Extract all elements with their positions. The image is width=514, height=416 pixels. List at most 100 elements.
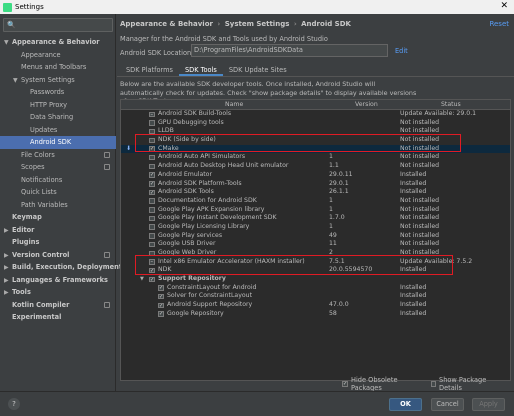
- table-row[interactable]: Google Play Instant Development SDK 1.7.0…: [121, 214, 510, 223]
- table-row[interactable]: ▼ ✓ Support Repository: [121, 275, 510, 284]
- table-row[interactable]: ✓ Android Support Repository 47.0.0 Install…: [121, 301, 510, 310]
- sidebar-item-label: Tools: [12, 288, 31, 296]
- sidebar-item[interactable]: ▶ Build, Execution, Deployment: [0, 261, 122, 274]
- sidebar-item[interactable]: ▶ Editor: [0, 224, 116, 237]
- tab-sdk-update-sites[interactable]: SDK Update Sites: [223, 64, 293, 76]
- header-status[interactable]: Status: [441, 101, 461, 108]
- show-details-checkbox[interactable]: [430, 381, 437, 387]
- table-row[interactable]: ✓ Google Repository 58 Installed: [121, 310, 510, 319]
- sidebar-item[interactable]: Menus and Toolbars: [0, 61, 116, 74]
- package-status: Installed: [400, 301, 427, 309]
- package-checkbox[interactable]: [149, 154, 155, 161]
- package-checkbox[interactable]: [149, 207, 155, 213]
- expand-arrow-icon[interactable]: ▼: [140, 275, 144, 284]
- package-checkbox[interactable]: ✓: [149, 189, 155, 196]
- package-name: Google USB Driver: [158, 240, 216, 248]
- sidebar-item-label: Build, Execution, Deployment: [12, 263, 122, 271]
- table-row[interactable]: Documentation for Android SDK 1 Not instal…: [121, 197, 510, 206]
- table-row[interactable]: Android Auto API Simulators 1 Not installe…: [121, 153, 510, 162]
- header-name[interactable]: Name: [225, 101, 243, 108]
- sidebar-item[interactable]: Plugins: [0, 236, 116, 249]
- sidebar-item-label: Appearance & Behavior: [12, 38, 100, 46]
- package-name: Documentation for Android SDK: [158, 196, 257, 204]
- sidebar-item[interactable]: HTTP Proxy: [0, 99, 116, 112]
- package-checkbox[interactable]: ✓: [158, 302, 164, 309]
- package-checkbox[interactable]: [149, 163, 155, 170]
- sidebar-item[interactable]: ▶ Tools: [0, 286, 116, 299]
- table-row[interactable]: – Android SDK Build-Tools Update Available…: [121, 110, 510, 119]
- table-row[interactable]: Google Play APK Expansion library 1 Not in…: [121, 206, 510, 215]
- sidebar-item-label: Path Variables: [21, 200, 68, 209]
- package-status: Not installed: [400, 118, 440, 126]
- package-checkbox[interactable]: [149, 224, 155, 230]
- table-row[interactable]: ✓ ConstraintLayout for Android Installed: [121, 284, 510, 293]
- sidebar-item[interactable]: Scopes: [0, 161, 116, 174]
- package-version: 1: [329, 196, 333, 204]
- tab-sdk-tools[interactable]: SDK Tools: [178, 64, 223, 76]
- hide-obsolete-checkbox[interactable]: ✓: [342, 381, 348, 387]
- sidebar-item[interactable]: Experimental: [0, 311, 116, 324]
- package-checkbox[interactable]: ✓: [149, 172, 155, 178]
- sidebar-item-label: Passwords: [30, 88, 65, 96]
- settings-search-input[interactable]: 🔍: [3, 18, 113, 32]
- close-icon[interactable]: ✕: [500, 1, 508, 11]
- sidebar-item[interactable]: Notifications: [0, 174, 116, 187]
- sidebar-item[interactable]: File Colors: [0, 149, 116, 162]
- table-row[interactable]: ✓ Android SDK Platform-Tools 29.0.1 Install…: [121, 180, 510, 189]
- sidebar-item[interactable]: ▼ System Settings: [0, 74, 116, 87]
- sidebar-item[interactable]: ▼ Appearance & Behavior: [0, 36, 116, 49]
- sidebar-item[interactable]: Quick Lists: [0, 186, 116, 199]
- package-checkbox[interactable]: ✓: [149, 181, 155, 187]
- package-checkbox[interactable]: [149, 241, 155, 248]
- dialog-footer: ? OK Cancel Apply: [0, 391, 514, 416]
- table-row[interactable]: ✓ Android Emulator 29.0.11 Installed: [121, 171, 510, 180]
- table-row[interactable]: GPU Debugging tools Not installed: [121, 119, 510, 128]
- page-description: Manager for the Android SDK and Tools us…: [120, 35, 328, 43]
- package-checkbox[interactable]: [149, 198, 155, 204]
- sidebar-item[interactable]: ▶ Languages & Frameworks: [0, 274, 116, 287]
- tab-sdk-platforms[interactable]: SDK Platforms: [120, 64, 179, 76]
- package-status: Installed: [400, 188, 427, 196]
- help-button[interactable]: ?: [8, 398, 20, 410]
- breadcrumb-item: Android SDK: [301, 20, 351, 28]
- package-checkbox[interactable]: [149, 120, 155, 126]
- sidebar-item[interactable]: Data Sharing: [0, 111, 116, 124]
- package-checkbox[interactable]: ✓: [158, 293, 164, 300]
- table-row[interactable]: ✓ Android SDK Tools 26.1.1 Installed: [121, 188, 510, 197]
- reset-link[interactable]: Reset: [489, 20, 509, 28]
- cancel-button[interactable]: Cancel: [431, 398, 464, 411]
- package-status: Installed: [400, 170, 427, 178]
- sidebar-item[interactable]: Kotlin Compiler: [0, 299, 116, 312]
- show-details-option[interactable]: Show Package Details: [430, 376, 496, 392]
- edit-link[interactable]: Edit: [395, 47, 408, 55]
- hide-obsolete-option[interactable]: ✓ Hide Obsolete Packages: [342, 376, 413, 392]
- table-row[interactable]: ✓ Solver for ConstraintLayout Installed: [121, 292, 510, 301]
- table-row[interactable]: Google USB Driver 11 Not installed: [121, 240, 510, 249]
- ok-button[interactable]: OK: [389, 398, 422, 411]
- table-row[interactable]: Android Auto Desktop Head Unit emulator 1…: [121, 162, 510, 171]
- highlight-box-cmake: [135, 134, 461, 152]
- sidebar-item[interactable]: Passwords: [0, 86, 116, 99]
- table-row[interactable]: Google Play services 49 Not installed: [121, 232, 510, 241]
- sidebar-item[interactable]: Appearance: [0, 49, 116, 62]
- sidebar-item[interactable]: ▶ Version Control: [0, 249, 116, 262]
- sdk-location-field[interactable]: D:\ProgramFiles\AndroidSDKData: [191, 44, 388, 57]
- package-name: Android SDK Platform-Tools: [158, 179, 242, 187]
- package-checkbox[interactable]: [149, 233, 155, 239]
- header-version[interactable]: Version: [355, 101, 378, 108]
- package-version: 47.0.0: [329, 301, 349, 309]
- package-checkbox[interactable]: ✓: [158, 311, 164, 317]
- sidebar-item[interactable]: Keymap: [0, 211, 116, 224]
- sidebar-item[interactable]: Path Variables: [0, 199, 116, 212]
- package-name: Android Emulator: [158, 170, 213, 178]
- package-checkbox[interactable]: ✓: [149, 276, 155, 283]
- package-checkbox[interactable]: –: [149, 111, 155, 117]
- package-checkbox[interactable]: [149, 215, 155, 222]
- sidebar-item[interactable]: Android SDK: [0, 136, 116, 149]
- package-version: 1: [329, 222, 333, 230]
- table-row[interactable]: Google Play Licensing Library 1 Not instal…: [121, 223, 510, 232]
- sidebar-item-label: Appearance: [21, 50, 61, 59]
- sidebar-item[interactable]: Updates: [0, 124, 116, 137]
- apply-button[interactable]: Apply: [472, 398, 505, 411]
- package-checkbox[interactable]: ✓: [158, 285, 164, 291]
